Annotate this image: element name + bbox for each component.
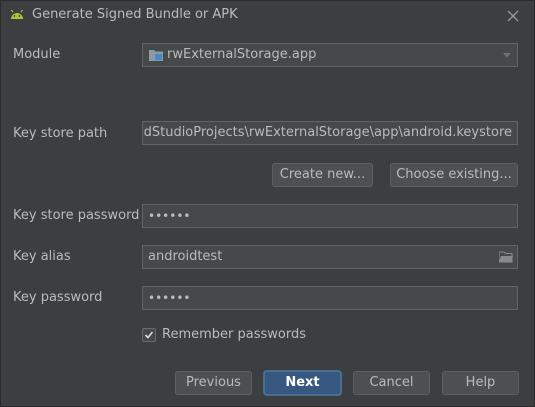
remember-passwords-checkbox[interactable] — [142, 328, 156, 342]
key-alias-label: Key alias — [13, 249, 71, 264]
choose-existing-button[interactable]: Choose existing... — [390, 163, 518, 187]
checkmark-icon — [144, 331, 154, 339]
module-folder-icon — [149, 50, 163, 61]
key-store-path-field[interactable]: ndroidStudioProjects\rwExternalStorage\a… — [142, 121, 518, 145]
key-store-password-label: Key store password — [13, 208, 140, 223]
key-password-label: Key password — [13, 290, 103, 305]
help-button[interactable]: Help — [442, 371, 519, 395]
android-icon — [11, 9, 23, 19]
close-icon[interactable] — [504, 7, 522, 25]
key-alias-field[interactable]: androidtest — [142, 245, 518, 269]
next-button[interactable]: Next — [264, 371, 341, 395]
key-store-password-value: •••••• — [148, 209, 191, 223]
key-store-path-label: Key store path — [13, 126, 108, 141]
previous-button[interactable]: Previous — [175, 371, 252, 395]
remember-passwords-label: Remember passwords — [162, 327, 306, 342]
key-password-field[interactable]: •••••• — [142, 286, 518, 310]
key-store-password-field[interactable]: •••••• — [142, 204, 518, 228]
window-title: Generate Signed Bundle or APK — [32, 7, 238, 22]
generate-signed-bundle-dialog: Generate Signed Bundle or APK Module rwE… — [0, 0, 535, 407]
module-select[interactable]: rwExternalStorage.app — [142, 43, 518, 67]
key-password-value: •••••• — [148, 291, 191, 305]
folder-icon[interactable] — [499, 251, 513, 263]
chevron-down-icon — [503, 53, 511, 58]
module-value: rwExternalStorage.app — [167, 47, 317, 62]
cancel-button[interactable]: Cancel — [353, 371, 430, 395]
create-new-button[interactable]: Create new... — [272, 163, 373, 187]
key-alias-value: androidtest — [148, 249, 223, 264]
key-store-path-value: ndroidStudioProjects\rwExternalStorage\a… — [142, 125, 512, 140]
title-bar: Generate Signed Bundle or APK — [1, 1, 534, 31]
module-label: Module — [13, 47, 61, 62]
